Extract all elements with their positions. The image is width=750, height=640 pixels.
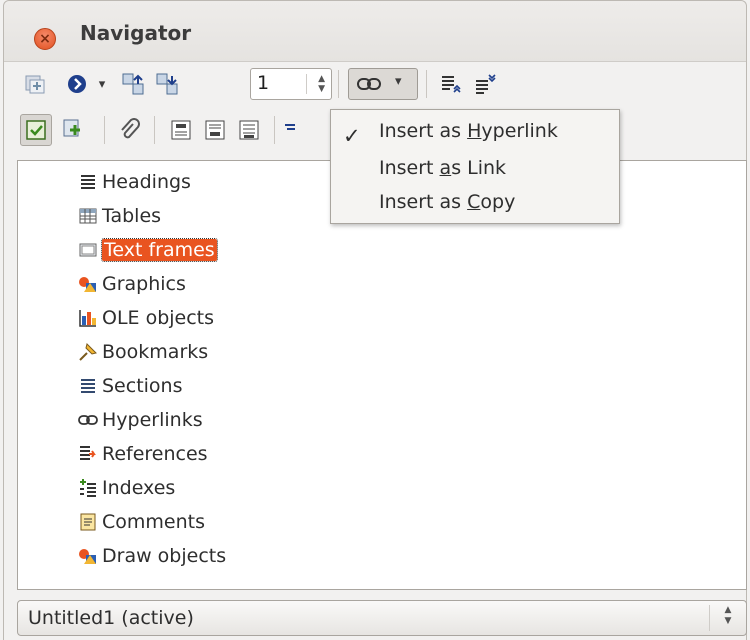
tree-item-label: Tables <box>102 205 162 227</box>
footer-icon <box>205 120 225 140</box>
next-object-button[interactable] <box>152 68 182 100</box>
tree-item-label: Text frames <box>101 238 218 262</box>
ole-object-icon <box>79 310 96 327</box>
toggle-content-icon <box>25 75 45 94</box>
tree-item-sections[interactable]: Sections <box>78 371 183 401</box>
tree-item-draw-objects[interactable]: Draw objects <box>78 541 226 571</box>
spin-down-icon[interactable]: ▼ <box>307 84 325 94</box>
anchor-text-button[interactable] <box>234 114 264 146</box>
tree-item-comments[interactable]: Comments <box>78 507 205 537</box>
tree-item-label: Bookmarks <box>102 341 209 363</box>
headings-icon <box>81 175 95 189</box>
toolbar-separator <box>274 116 275 144</box>
reminder-icon <box>63 119 80 137</box>
hyperlink-icon <box>357 78 381 90</box>
tree-item-references[interactable]: References <box>78 439 208 469</box>
heading-levels-icon <box>285 124 295 130</box>
footer-button[interactable] <box>200 114 230 146</box>
toolbar-separator <box>154 116 155 144</box>
tree-item-label: References <box>102 443 208 465</box>
tree-item-label: Headings <box>102 171 191 193</box>
sections-icon <box>81 379 95 393</box>
drag-mode-menu: ✓ Insert as Hyperlink Insert as Link Ins… <box>330 109 620 224</box>
spin-down-icon: ▼ <box>724 616 732 626</box>
list-box-icon <box>26 120 46 140</box>
menu-item-insert-as-hyperlink[interactable]: Insert as Hyperlink <box>379 120 558 142</box>
tree-item-indexes[interactable]: Indexes <box>78 473 175 503</box>
toggle-content-button[interactable] <box>20 68 50 100</box>
hyperlink-icon <box>78 415 98 425</box>
navigation-icon <box>68 75 86 93</box>
navigation-button[interactable] <box>64 68 90 100</box>
tree-item-headings[interactable]: Headings <box>78 167 191 197</box>
draw-objects-icon <box>79 549 96 564</box>
page-number-value[interactable]: 1 <box>257 72 269 94</box>
previous-object-icon <box>122 73 144 95</box>
menu-item-insert-as-copy[interactable]: Insert as Copy <box>379 191 515 213</box>
window-title: Navigator <box>80 21 192 45</box>
attachment-button[interactable] <box>114 114 144 146</box>
tree-item-graphics[interactable]: Graphics <box>78 269 186 299</box>
bookmark-icon <box>79 343 97 361</box>
toolbar-separator <box>104 116 105 144</box>
text-frame-icon <box>79 243 97 257</box>
spin-up-icon[interactable]: ▲ <box>307 74 325 84</box>
title-bar: × Navigator <box>4 1 746 62</box>
document-selector-arrows[interactable]: ▲ ▼ <box>709 605 746 631</box>
chevron-down-icon: ▾ <box>98 76 106 92</box>
checkmark-icon: ✓ <box>343 124 361 148</box>
references-icon <box>80 446 96 460</box>
tree-item-ole-objects[interactable]: OLE objects <box>78 303 214 333</box>
close-icon: × <box>39 31 51 47</box>
close-button[interactable]: × <box>34 28 56 50</box>
chevron-down-icon: ▾ <box>395 74 402 89</box>
tree-item-label: Sections <box>102 375 183 397</box>
demote-level-icon <box>476 74 496 94</box>
document-selector[interactable]: Untitled1 (active) ▲ ▼ <box>17 600 747 636</box>
list-box-toggle-button[interactable] <box>20 114 52 146</box>
header-button[interactable] <box>166 114 196 146</box>
set-reminder-button[interactable] <box>58 114 88 146</box>
promote-level-icon <box>442 76 461 93</box>
tree-item-hyperlinks[interactable]: Hyperlinks <box>78 405 203 435</box>
page-number-spinbox[interactable]: 1 ▲ ▼ <box>250 68 332 100</box>
next-object-icon <box>156 73 178 95</box>
tree-item-label: Graphics <box>102 273 186 295</box>
drag-mode-button[interactable]: ▾ <box>348 68 418 100</box>
anchor-text-icon <box>239 120 259 140</box>
previous-object-button[interactable] <box>118 68 148 100</box>
spin-arrows[interactable]: ▲ ▼ <box>306 74 325 94</box>
table-icon <box>79 208 97 224</box>
tree-item-label: Hyperlinks <box>102 409 203 431</box>
menu-item-insert-as-link[interactable]: Insert as Link <box>379 157 506 179</box>
promote-level-button[interactable] <box>436 68 466 100</box>
tree-item-label: OLE objects <box>102 307 215 329</box>
toolbar-separator <box>338 70 339 98</box>
tree-item-label: Indexes <box>102 477 176 499</box>
toolbar-top: ▾ 1 ▲ ▼ ▾ <box>18 66 718 102</box>
document-selector-value: Untitled1 (active) <box>28 607 194 629</box>
tree-item-label: Draw objects <box>102 545 227 567</box>
heading-levels-button[interactable] <box>280 114 300 146</box>
tree-item-tables[interactable]: Tables <box>78 201 161 231</box>
comment-icon <box>80 513 96 531</box>
demote-level-button[interactable] <box>470 68 500 100</box>
tree-item-bookmarks[interactable]: Bookmarks <box>78 337 208 367</box>
graphics-icon <box>79 277 96 292</box>
spin-up-icon: ▲ <box>724 605 732 615</box>
toolbar-separator <box>426 70 427 98</box>
tree-item-label: Comments <box>102 511 205 533</box>
header-icon <box>171 120 191 140</box>
navigation-dropdown[interactable]: ▾ <box>94 68 110 100</box>
indexes-icon <box>80 479 96 497</box>
paperclip-icon <box>121 118 140 139</box>
tree-item-text-frames[interactable]: Text frames <box>78 235 218 265</box>
